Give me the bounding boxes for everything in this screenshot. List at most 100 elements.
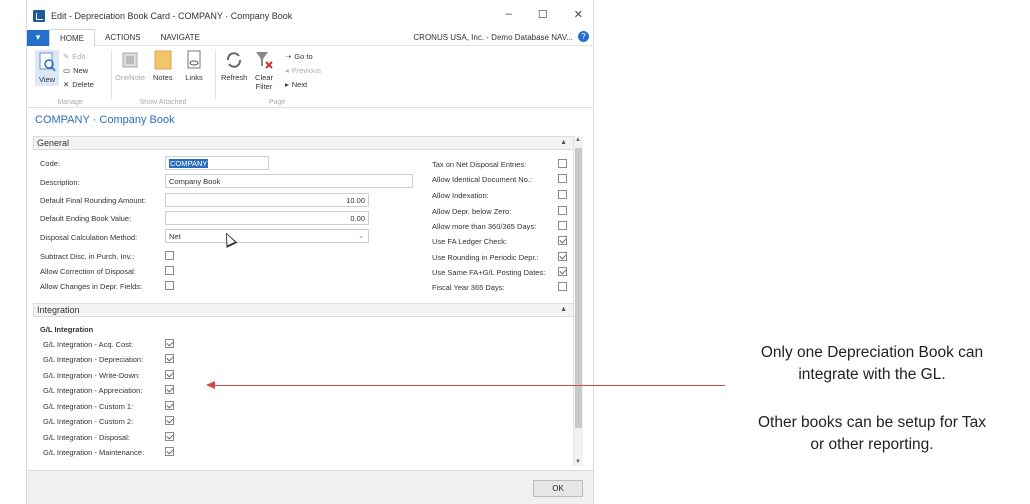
- ribbon: View ✎ Edit ▭ New ✕ Delete Manage OneNote N…: [27, 46, 593, 108]
- description-label: Description:: [40, 178, 80, 187]
- gl-appreciation-checkbox[interactable]: [165, 385, 174, 394]
- fiscal-year-365-checkbox[interactable]: [558, 282, 567, 291]
- rounding-amount-field[interactable]: 10.00: [165, 193, 369, 207]
- notes-icon: [154, 50, 172, 70]
- check-label: G/L Integration - Depreciation:: [43, 355, 144, 364]
- vertical-scrollbar[interactable]: ▲ ▼: [573, 136, 583, 466]
- annotation-text-2: Other books can be setup for Tax or othe…: [757, 414, 987, 453]
- check-label: Allow Changes in Depr. Fields:: [40, 282, 143, 291]
- check-label: G/L Integration - Write-Down:: [43, 371, 141, 380]
- tab-home[interactable]: HOME: [49, 29, 95, 46]
- gl-custom1-checkbox[interactable]: [165, 401, 174, 410]
- more-than-360-checkbox[interactable]: [558, 221, 567, 230]
- check-label: Allow Indexation:: [432, 191, 489, 200]
- check-label: Allow more than 360/365 Days:: [432, 222, 537, 231]
- gl-maintenance-checkbox[interactable]: [165, 447, 174, 456]
- new-icon: ▭: [63, 66, 71, 75]
- triangle-right-icon: ▸: [285, 80, 289, 89]
- gl-write-down-checkbox[interactable]: [165, 370, 174, 379]
- check-label: Allow Depr. below Zero:: [432, 207, 512, 216]
- clear-filter-button[interactable]: Clear Filter: [255, 50, 273, 91]
- scroll-up-icon[interactable]: ▲: [575, 137, 581, 143]
- general-section-header[interactable]: General ▲: [33, 136, 574, 150]
- integration-section-header[interactable]: Integration ▲: [33, 303, 574, 317]
- links-button[interactable]: Links: [185, 50, 203, 82]
- subtract-disc-checkbox[interactable]: [165, 251, 174, 260]
- depreciation-book-window: Edit - Depreciation Book Card - COMPANY …: [26, 0, 594, 504]
- check-label: G/L Integration - Appreciation:: [43, 386, 143, 395]
- same-posting-dates-checkbox[interactable]: [558, 267, 567, 276]
- notes-button[interactable]: Notes: [153, 50, 173, 82]
- dialog-footer: OK: [27, 470, 593, 504]
- allow-changes-checkbox[interactable]: [165, 281, 174, 290]
- window-title: Edit - Depreciation Book Card - COMPANY …: [51, 11, 293, 21]
- annotation-text-1: Only one Depreciation Book can integrate…: [760, 344, 984, 383]
- identical-doc-checkbox[interactable]: [558, 174, 567, 183]
- delete-button[interactable]: ✕ Delete: [63, 80, 94, 89]
- chevron-down-icon: ⌄: [358, 233, 364, 240]
- previous-button[interactable]: ◂ Previous: [285, 66, 321, 75]
- page-title: COMPANY · Company Book: [35, 114, 175, 126]
- check-label: Use Rounding in Periodic Depr.:: [432, 253, 539, 262]
- disposal-method-select[interactable]: Net ⌄: [165, 229, 369, 243]
- ribbon-divider: [215, 50, 216, 100]
- next-button[interactable]: ▸ Next: [285, 80, 307, 89]
- allow-indexation-checkbox[interactable]: [558, 190, 567, 199]
- check-label: Tax on Net Disposal Entries:: [432, 160, 527, 169]
- check-label: G/L Integration - Custom 1:: [43, 402, 134, 411]
- file-menu-button[interactable]: ▾: [27, 29, 49, 46]
- check-label: Allow Identical Document No.:: [432, 175, 533, 184]
- pencil-icon: ✎: [63, 52, 70, 61]
- new-button[interactable]: ▭ New: [63, 66, 88, 75]
- scroll-down-icon[interactable]: ▼: [575, 459, 581, 465]
- tab-navigate[interactable]: NAVIGATE: [151, 30, 210, 46]
- check-label: G/L Integration - Maintenance:: [43, 448, 145, 457]
- minimize-button[interactable]: –: [506, 8, 512, 21]
- goto-button[interactable]: ➝ Go to: [285, 52, 313, 61]
- check-label: G/L Integration - Acq. Cost:: [43, 340, 134, 349]
- gl-acq-cost-checkbox[interactable]: [165, 339, 174, 348]
- view-button[interactable]: View: [35, 50, 59, 86]
- annotation-arrow-head: [206, 381, 215, 389]
- ending-book-value-field[interactable]: 0.00: [165, 211, 369, 225]
- tax-net-disposal-checkbox[interactable]: [558, 159, 567, 168]
- gl-custom2-checkbox[interactable]: [165, 416, 174, 425]
- check-label: Fiscal Year 365 Days:: [432, 283, 505, 292]
- gl-depreciation-checkbox[interactable]: [165, 354, 174, 363]
- fa-ledger-check-checkbox[interactable]: [558, 236, 567, 245]
- check-label: Subtract Disc. in Purch. Inv.:: [40, 252, 135, 261]
- help-icon[interactable]: ?: [578, 31, 589, 42]
- maximize-button[interactable]: ☐: [538, 8, 548, 21]
- check-label: G/L Integration - Custom 2:: [43, 417, 134, 426]
- collapse-icon[interactable]: ▲: [560, 139, 567, 146]
- annotation-arrow-line: [212, 385, 725, 386]
- delete-icon: ✕: [63, 80, 70, 89]
- ok-button[interactable]: OK: [533, 480, 583, 497]
- onenote-button[interactable]: OneNote: [115, 50, 145, 82]
- app-icon: [33, 10, 45, 22]
- tab-actions[interactable]: ACTIONS: [95, 30, 151, 46]
- check-label: Use Same FA+G/L Posting Dates:: [432, 268, 546, 277]
- rounding-amount-label: Default Final Rounding Amount:: [40, 196, 146, 205]
- check-label: Allow Correction of Disposal:: [40, 267, 136, 276]
- edit-button[interactable]: ✎ Edit: [63, 52, 85, 61]
- gl-disposal-checkbox[interactable]: [165, 432, 174, 441]
- scroll-thumb[interactable]: [575, 148, 582, 428]
- close-button[interactable]: ✕: [574, 8, 583, 21]
- group-show-attached: OneNote Notes Links Show Attached: [113, 46, 213, 108]
- onenote-icon: [122, 52, 138, 68]
- depr-below-zero-checkbox[interactable]: [558, 206, 567, 215]
- ending-book-value-label: Default Ending Book Value:: [40, 214, 132, 223]
- code-field[interactable]: COMPANY: [165, 156, 269, 170]
- company-name: CRONUS USA, Inc. - Demo Database NAV...: [413, 33, 573, 42]
- description-field[interactable]: Company Book: [165, 174, 413, 188]
- refresh-button[interactable]: Refresh: [221, 50, 247, 82]
- rounding-periodic-checkbox[interactable]: [558, 252, 567, 261]
- window-controls: – ☐ ✕: [506, 8, 583, 21]
- collapse-icon[interactable]: ▲: [560, 306, 567, 313]
- view-icon: [39, 52, 56, 72]
- group-show-attached-label: Show Attached: [139, 99, 187, 106]
- links-icon: [187, 50, 201, 69]
- allow-correction-checkbox[interactable]: [165, 266, 174, 275]
- check-label: Use FA Ledger Check:: [432, 237, 508, 246]
